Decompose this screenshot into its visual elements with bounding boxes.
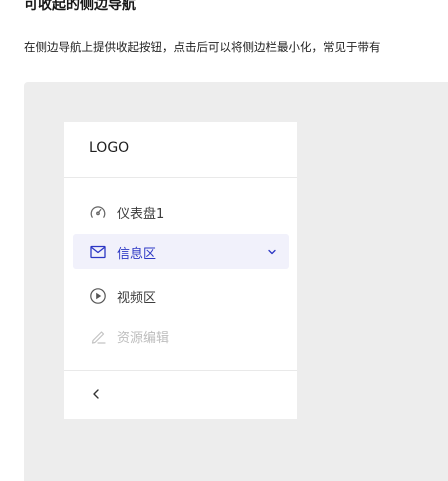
sidebar-item-label: 仪表盘1 xyxy=(117,207,165,222)
dashboard-icon xyxy=(89,203,107,221)
play-circle-icon xyxy=(89,287,107,305)
footer-divider xyxy=(64,370,297,371)
sidebar-item-resource-edit: 资源编辑 xyxy=(73,318,289,353)
header-divider xyxy=(64,177,297,178)
page: 可收起的侧边导航 在侧边导航上提供收起按钮，点击后可以将侧边栏最小化，常见于带有… xyxy=(0,0,448,481)
chevron-left-icon[interactable] xyxy=(86,384,106,404)
sidebar-item-label: 视频区 xyxy=(117,291,157,306)
sidebar-item-label: 资源编辑 xyxy=(117,331,170,346)
chevron-down-icon[interactable] xyxy=(267,247,277,257)
logo: LOGO xyxy=(89,140,130,156)
mail-icon xyxy=(89,243,107,261)
page-title: 可收起的侧边导航 xyxy=(24,0,136,13)
sidebar-item-label: 信息区 xyxy=(117,247,157,262)
sidebar: LOGO 仪表盘1 信息区 视频区 资源编辑 xyxy=(64,122,297,419)
page-description: 在侧边导航上提供收起按钮，点击后可以将侧边栏最小化，常见于带有 xyxy=(24,40,381,54)
sidebar-item-videos[interactable]: 视频区 xyxy=(73,278,289,313)
sidebar-item-messages[interactable]: 信息区 xyxy=(73,234,289,269)
sidebar-item-dashboard[interactable]: 仪表盘1 xyxy=(73,194,289,229)
edit-icon xyxy=(89,327,107,345)
